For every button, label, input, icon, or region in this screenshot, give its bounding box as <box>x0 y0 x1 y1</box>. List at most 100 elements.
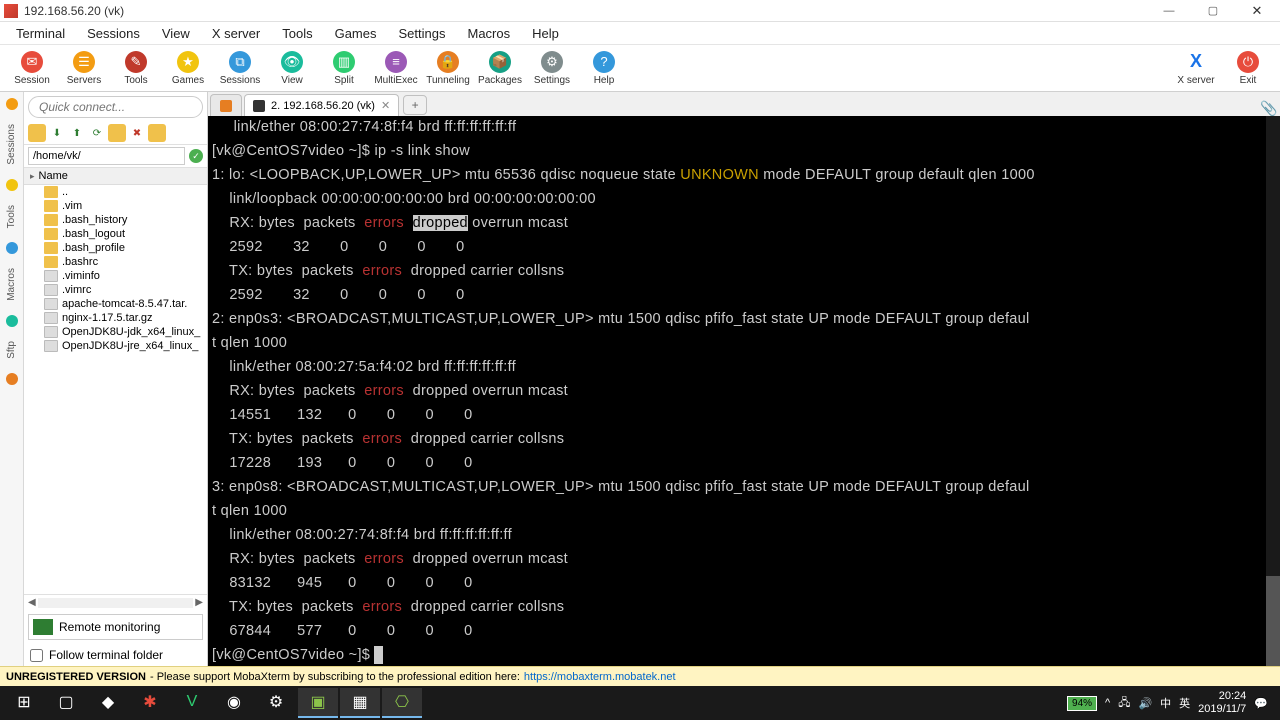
toolbar-split[interactable]: ▥Split <box>318 49 370 88</box>
follow-checkbox[interactable] <box>30 649 43 662</box>
refresh-icon[interactable]: ⟳ <box>88 124 106 142</box>
tab-home[interactable] <box>210 94 242 116</box>
minimize-button[interactable]: — <box>1156 2 1182 20</box>
tray-notifications-icon[interactable]: 💬 <box>1254 697 1268 710</box>
toolbar-settings[interactable]: ⚙Settings <box>526 49 578 88</box>
tray-up-icon[interactable]: ^ <box>1105 697 1110 709</box>
toolbar-view[interactable]: 👁View <box>266 49 318 88</box>
servers-icon: ☰ <box>73 51 95 73</box>
file-item[interactable]: .bashrc <box>24 255 207 269</box>
tray-ime2[interactable]: 英 <box>1179 695 1190 711</box>
task-camtasia[interactable]: ▣ <box>298 688 338 718</box>
menu-settings[interactable]: Settings <box>389 24 456 43</box>
file-list[interactable]: ...vim.bash_history.bash_logout.bash_pro… <box>24 185 207 594</box>
toolbar-tunneling[interactable]: 🔒Tunneling <box>422 49 474 88</box>
help-icon: ? <box>593 51 615 73</box>
strip-tools[interactable]: Tools <box>6 205 17 228</box>
orange-dot-icon[interactable] <box>6 373 18 385</box>
menu-help[interactable]: Help <box>522 24 569 43</box>
scroll-track[interactable] <box>38 598 194 608</box>
menu-macros[interactable]: Macros <box>457 24 520 43</box>
star-icon[interactable] <box>6 179 18 191</box>
folder2-icon[interactable] <box>148 124 166 142</box>
start-button[interactable]: ⊞ <box>4 688 44 718</box>
menu-games[interactable]: Games <box>325 24 387 43</box>
menu-sessions[interactable]: Sessions <box>77 24 150 43</box>
titlebar: 192.168.56.20 (vk) — ▢ ✕ <box>0 0 1280 22</box>
task-app3[interactable]: V <box>172 688 212 718</box>
tab-session[interactable]: 2. 192.168.56.20 (vk) ✕ <box>244 94 399 116</box>
file-item[interactable]: nginx-1.17.5.tar.gz <box>24 311 207 325</box>
file-item[interactable]: .vim <box>24 199 207 213</box>
tray-ime1[interactable]: 中 <box>1160 695 1171 711</box>
newfolder-icon[interactable] <box>108 124 126 142</box>
file-item[interactable]: .vimrc <box>24 283 207 297</box>
file-item[interactable]: OpenJDK8U-jre_x64_linux_ <box>24 339 207 353</box>
tray-clock[interactable]: 20:242019/11/7 <box>1198 690 1246 716</box>
attach-icon[interactable]: 📎 <box>1260 100 1276 116</box>
tab-close-icon[interactable]: ✕ <box>381 99 390 112</box>
status-link[interactable]: https://mobaxterm.mobatek.net <box>524 671 676 683</box>
delete-icon[interactable]: ✖ <box>128 124 146 142</box>
task-chrome[interactable]: ◉ <box>214 688 254 718</box>
toolbar-multiexec[interactable]: ≡MultiExec <box>370 49 422 88</box>
new-tab-button[interactable]: + <box>403 95 427 115</box>
strip-macros[interactable]: Macros <box>6 268 17 301</box>
toolbar-sessions[interactable]: ⧉Sessions <box>214 49 266 88</box>
terminal[interactable]: link/ether 08:00:27:74:8f:f4 brd ff:ff:f… <box>208 116 1280 666</box>
path-input[interactable] <box>28 147 185 165</box>
folder-icon <box>44 200 58 212</box>
download-icon[interactable]: ⬇ <box>48 124 66 142</box>
taskview-button[interactable]: ▢ <box>46 688 86 718</box>
quick-connect-input[interactable] <box>28 96 203 118</box>
strip-dot-icon[interactable] <box>6 98 18 110</box>
task-app2[interactable]: ✱ <box>130 688 170 718</box>
window-title: 192.168.56.20 (vk) <box>24 4 1156 18</box>
file-icon <box>44 284 58 296</box>
exit-button[interactable]: ⏻ Exit <box>1222 49 1274 88</box>
tray-network-icon[interactable]: 🖧 <box>1118 694 1130 713</box>
scroll-left-icon[interactable]: ◀ <box>28 597 36 608</box>
task-app5[interactable]: ⎔ <box>382 688 422 718</box>
strip-sessions[interactable]: Sessions <box>6 124 17 165</box>
tunneling-icon: 🔒 <box>437 51 459 73</box>
file-item[interactable]: .. <box>24 185 207 199</box>
toolbar-servers[interactable]: ☰Servers <box>58 49 110 88</box>
xserver-button[interactable]: X X server <box>1170 49 1222 88</box>
toolbar-games[interactable]: ★Games <box>162 49 214 88</box>
globe-icon[interactable] <box>6 315 18 327</box>
menu-view[interactable]: View <box>152 24 200 43</box>
file-item[interactable]: .bash_logout <box>24 227 207 241</box>
file-header-name[interactable]: Name <box>24 168 207 185</box>
task-app4[interactable]: ▦ <box>340 688 380 718</box>
folder-icon[interactable] <box>28 124 46 142</box>
task-app1[interactable]: ◆ <box>88 688 128 718</box>
file-item[interactable]: .viminfo <box>24 269 207 283</box>
strip-sftp[interactable]: Sftp <box>6 341 17 359</box>
scrollbar-thumb[interactable] <box>1266 576 1280 666</box>
upload-icon[interactable]: ⬆ <box>68 124 86 142</box>
tray-volume-icon[interactable]: 🔊 <box>1138 697 1152 710</box>
file-item[interactable]: .bash_history <box>24 213 207 227</box>
toolbar-session[interactable]: ✉Session <box>6 49 58 88</box>
menu-tools[interactable]: Tools <box>272 24 322 43</box>
task-settings[interactable]: ⚙ <box>256 688 296 718</box>
toolbar-packages[interactable]: 📦Packages <box>474 49 526 88</box>
file-item[interactable]: apache-tomcat-8.5.47.tar. <box>24 297 207 311</box>
pin-icon[interactable] <box>6 242 18 254</box>
menu-x-server[interactable]: X server <box>202 24 270 43</box>
file-item[interactable]: OpenJDK8U-jdk_x64_linux_ <box>24 325 207 339</box>
toolbar-tools[interactable]: ✎Tools <box>110 49 162 88</box>
left-strip: Sessions Tools Macros Sftp <box>0 92 24 666</box>
hscroll[interactable]: ◀ ▶ <box>24 594 207 610</box>
toolbar-help[interactable]: ?Help <box>578 49 630 88</box>
maximize-button[interactable]: ▢ <box>1200 2 1226 20</box>
remote-monitoring-button[interactable]: Remote monitoring <box>28 614 203 640</box>
battery-indicator[interactable]: 94% <box>1067 696 1097 711</box>
scroll-right-icon[interactable]: ▶ <box>195 597 203 608</box>
close-button[interactable]: ✕ <box>1244 2 1270 20</box>
menu-terminal[interactable]: Terminal <box>6 24 75 43</box>
terminal-scrollbar[interactable] <box>1266 116 1280 666</box>
toolbar: ✉Session☰Servers✎Tools★Games⧉Sessions👁Vi… <box>0 44 1280 92</box>
file-item[interactable]: .bash_profile <box>24 241 207 255</box>
